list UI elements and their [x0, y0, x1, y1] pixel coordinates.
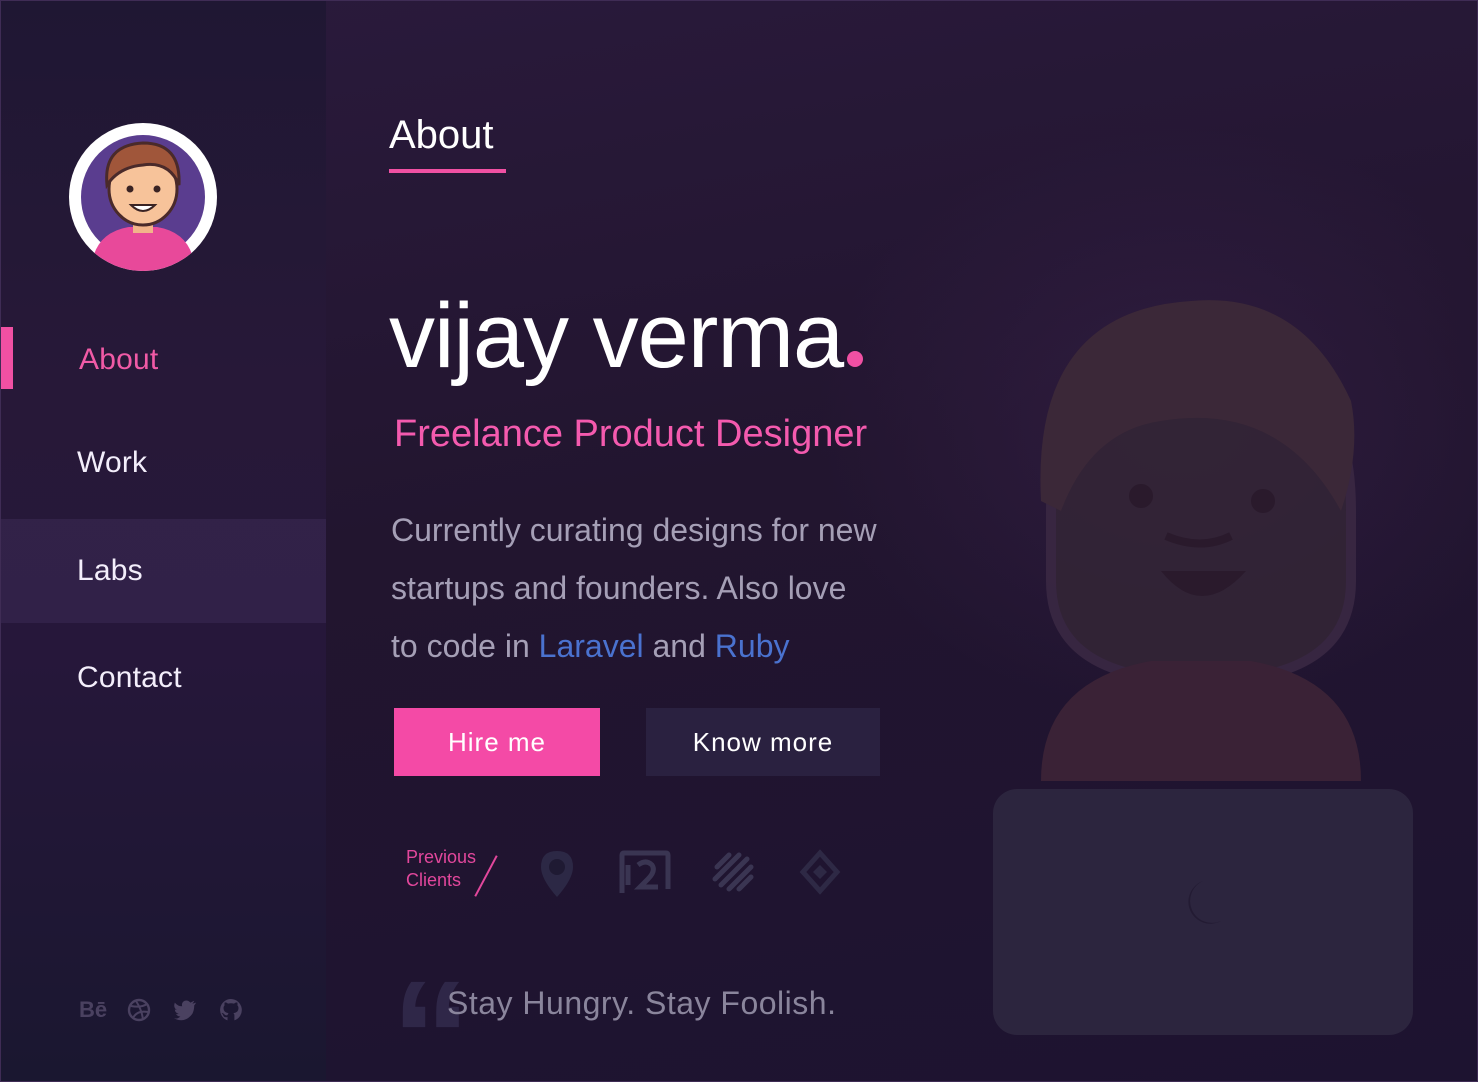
location-pin-logo — [541, 851, 573, 897]
avatar[interactable] — [69, 123, 217, 271]
last-name: verma — [592, 285, 845, 387]
bio-line: Currently curating designs for new — [391, 512, 877, 548]
nav-item-contact[interactable]: Contact — [1, 626, 326, 730]
hero-name: vijay verma — [389, 281, 864, 391]
ruby-link[interactable]: Ruby — [715, 628, 790, 664]
nav-item-label: Labs — [77, 554, 143, 587]
social-links: Bē — [79, 997, 243, 1023]
first-name: vijay — [389, 285, 569, 387]
nav-item-label: About — [79, 343, 159, 376]
laravel-link[interactable]: Laravel — [539, 628, 644, 664]
behance-icon[interactable]: Bē — [79, 997, 107, 1023]
accent-dot — [847, 351, 864, 367]
clients-label-line: Clients — [406, 870, 462, 890]
know-more-button[interactable]: Know more — [646, 708, 880, 776]
nav-item-label: Contact — [77, 661, 182, 694]
nav-item-labs[interactable]: Labs — [1, 519, 326, 623]
nav-item-label: Work — [77, 446, 148, 479]
avatar-illustration — [81, 135, 205, 271]
page: About Work Labs Contact Bē About vijay v… — [0, 0, 1478, 1082]
nav-item-about[interactable]: About — [1, 308, 326, 412]
bio-text: and — [643, 628, 715, 664]
clients-label-line: Previous — [406, 847, 477, 867]
divider-slash — [474, 855, 498, 897]
hire-me-button[interactable]: Hire me — [394, 708, 600, 776]
bio-paragraph: Currently curating designs for new start… — [391, 501, 951, 675]
diamond-logo — [799, 849, 841, 895]
bio-text: to code in — [391, 628, 539, 664]
bio-line: to code in Laravel and Ruby — [391, 617, 951, 675]
stripes-logo — [712, 852, 754, 892]
nav-item-work[interactable]: Work — [1, 411, 326, 515]
twitter-icon[interactable] — [173, 997, 197, 1023]
dribbble-icon[interactable] — [127, 997, 151, 1023]
job-title: Freelance Product Designer — [394, 413, 868, 455]
active-indicator — [1, 327, 13, 389]
background-avatar-illustration — [993, 300, 1413, 1035]
tab-underline — [389, 169, 506, 173]
github-icon[interactable] — [219, 997, 243, 1023]
page-title-tab[interactable]: About — [389, 113, 494, 158]
previous-clients-label: Previous Clients — [406, 846, 476, 892]
quote-text: Stay Hungry. Stay Foolish. — [447, 985, 837, 1021]
p2-logo — [619, 850, 671, 893]
sidebar: About Work Labs Contact Bē — [1, 1, 326, 1081]
bio-line: startups and founders. Also love — [391, 570, 847, 606]
